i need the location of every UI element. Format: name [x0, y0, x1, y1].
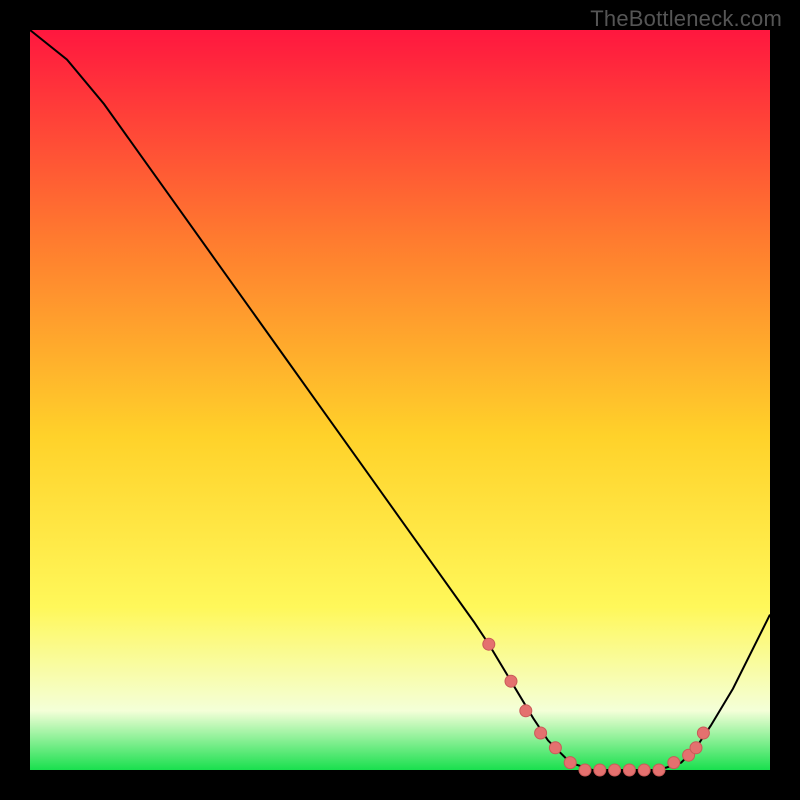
marker-dot	[535, 727, 547, 739]
marker-dot	[653, 764, 665, 776]
marker-dot	[520, 705, 532, 717]
marker-dot	[638, 764, 650, 776]
marker-dot	[690, 742, 702, 754]
marker-dot	[623, 764, 635, 776]
plot-background	[30, 30, 770, 770]
marker-dot	[483, 638, 495, 650]
marker-dot	[505, 675, 517, 687]
marker-dot	[609, 764, 621, 776]
marker-dot	[549, 742, 561, 754]
chart-frame: TheBottleneck.com	[0, 0, 800, 800]
watermark-text: TheBottleneck.com	[590, 6, 782, 32]
marker-dot	[668, 757, 680, 769]
marker-dot	[594, 764, 606, 776]
marker-dot	[697, 727, 709, 739]
bottleneck-plot	[0, 0, 800, 800]
marker-dot	[579, 764, 591, 776]
marker-dot	[564, 757, 576, 769]
